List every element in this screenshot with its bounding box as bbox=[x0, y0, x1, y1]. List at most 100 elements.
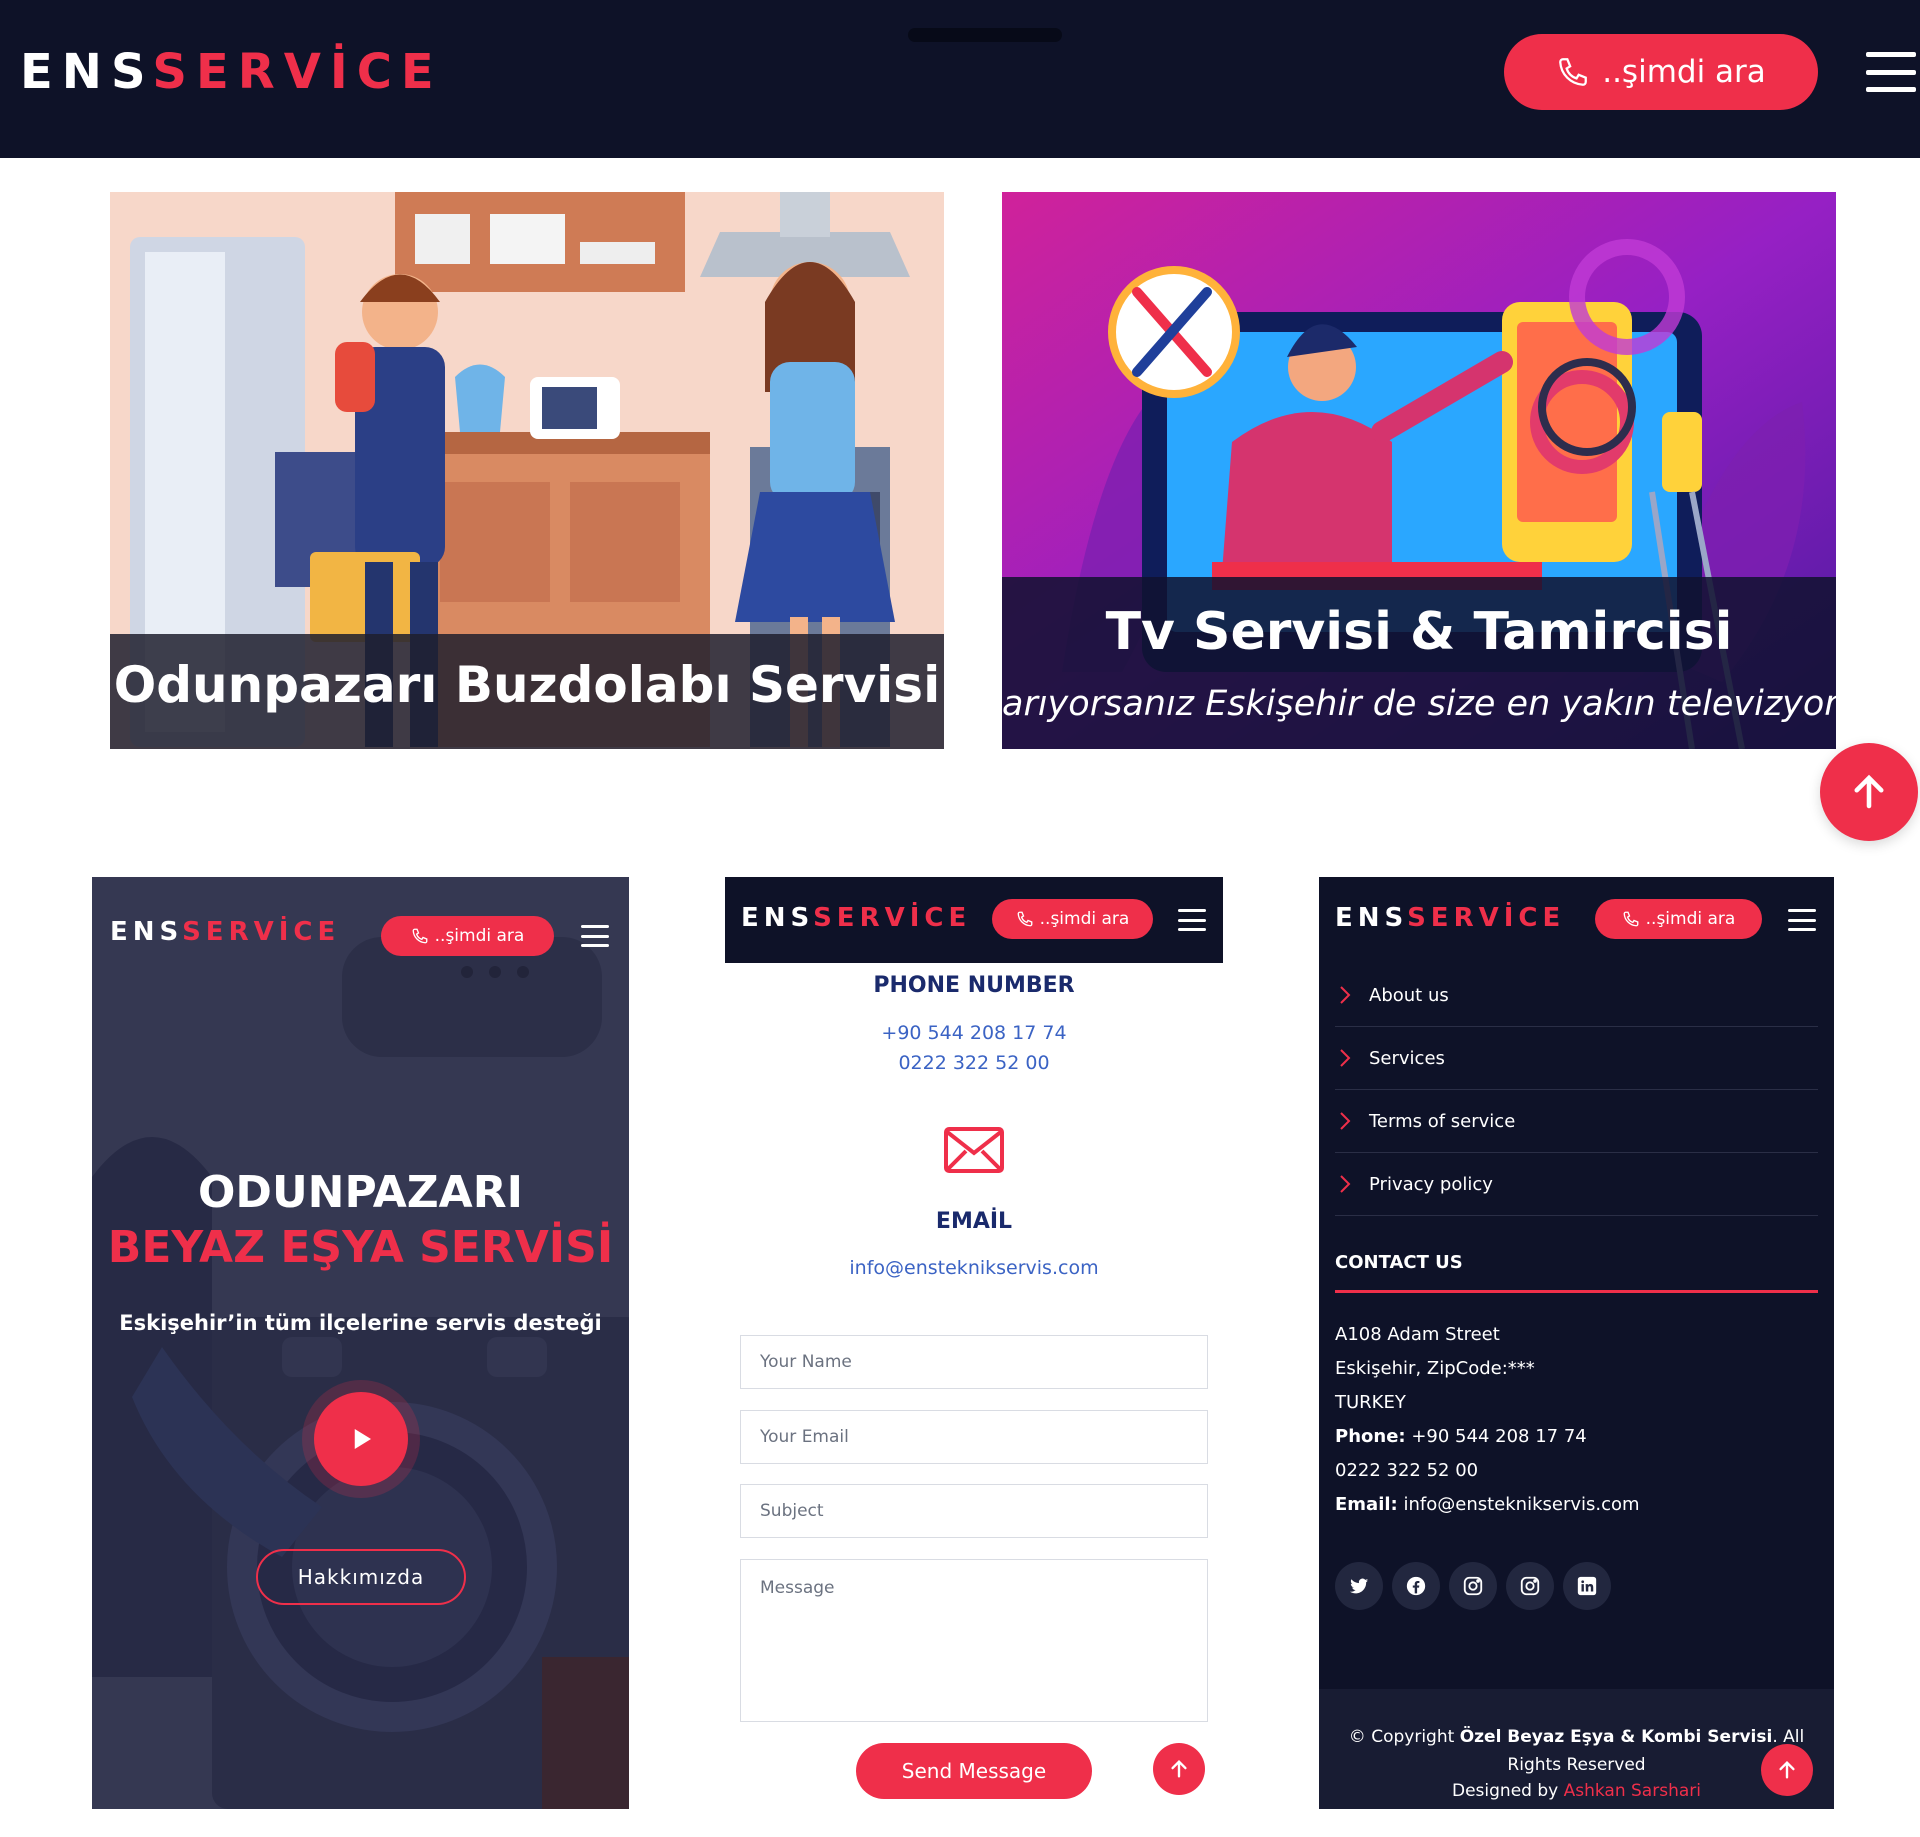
play-icon bbox=[354, 1429, 371, 1449]
about-button[interactable]: Hakkımızda bbox=[256, 1549, 466, 1605]
name-field[interactable]: Your Name bbox=[740, 1335, 1208, 1389]
service-card-fridge[interactable]: Odunpazarı Buzdolabı Servisi bbox=[110, 192, 944, 749]
menu-icon[interactable] bbox=[1178, 909, 1206, 931]
arrow-up-icon bbox=[1779, 1760, 1795, 1779]
heading-divider bbox=[1335, 1290, 1818, 1293]
phone-label: Phone: bbox=[1335, 1426, 1406, 1447]
brand-logo[interactable]: ENSSERVİCE bbox=[110, 917, 340, 947]
designer-link[interactable]: Ashkan Sarshari bbox=[1564, 1781, 1701, 1801]
hero-subtitle: Eskişehir’in tüm ilçelerine servis deste… bbox=[119, 1311, 602, 1335]
envelope-icon bbox=[944, 1127, 1004, 1173]
arrow-up-icon bbox=[1854, 774, 1884, 809]
footer-link-label: Services bbox=[1369, 1047, 1445, 1069]
twitter-button[interactable] bbox=[1335, 1562, 1383, 1610]
brand-logo[interactable]: ENSSERVİCE bbox=[20, 44, 443, 100]
email-value[interactable]: info@ensteknikservis.com bbox=[1403, 1494, 1639, 1515]
facebook-icon bbox=[1406, 1576, 1426, 1596]
device-notch bbox=[908, 28, 1062, 42]
mobile-contact-screen: ENSSERVİCE ..şimdi ara PHONE NUMBER +90 … bbox=[725, 877, 1223, 1809]
footer-link-privacy[interactable]: Privacy policy bbox=[1335, 1153, 1818, 1216]
call-now-label: ..şimdi ara bbox=[1645, 909, 1736, 929]
designed-by-label: Designed by bbox=[1452, 1781, 1559, 1801]
chevron-right-icon bbox=[1340, 1112, 1351, 1130]
washing-machine-illustration bbox=[92, 877, 629, 1809]
instagram-button[interactable] bbox=[1449, 1562, 1497, 1610]
chevron-right-icon bbox=[1340, 1049, 1351, 1067]
linkedin-button[interactable] bbox=[1563, 1562, 1611, 1610]
call-now-label: ..şimdi ara bbox=[434, 926, 525, 946]
top-header: ENSSERVİCE ..şimdi ara bbox=[0, 0, 1920, 158]
copyright-line-2: Rights Reserved bbox=[1507, 1755, 1646, 1775]
brand-logo-part1: ENS bbox=[110, 917, 183, 947]
email-field[interactable]: Your Email bbox=[740, 1410, 1208, 1464]
footer-email: Email: info@ensteknikservis.com bbox=[1335, 1494, 1640, 1515]
play-video-button[interactable] bbox=[314, 1392, 408, 1486]
menu-icon[interactable] bbox=[1866, 52, 1916, 92]
card-title: Tv Servisi & Tamircisi bbox=[1105, 602, 1733, 662]
phone-icon bbox=[1017, 911, 1033, 927]
copyright-line-1: © Copyright Özel Beyaz Eşya & Kombi Serv… bbox=[1319, 1727, 1834, 1747]
scroll-top-button[interactable] bbox=[1153, 1743, 1205, 1795]
phone-value[interactable]: +90 544 208 17 74 bbox=[1411, 1426, 1586, 1447]
brand-logo[interactable]: ENSSERVİCE bbox=[1335, 903, 1565, 933]
menu-icon[interactable] bbox=[1788, 909, 1816, 931]
phone-number-1[interactable]: +90 544 208 17 74 bbox=[725, 1022, 1223, 1044]
copyright-bar: © Copyright Özel Beyaz Eşya & Kombi Serv… bbox=[1319, 1689, 1834, 1809]
instagram-button-2[interactable] bbox=[1506, 1562, 1554, 1610]
call-now-label: ..şimdi ara bbox=[1039, 909, 1130, 929]
email-link[interactable]: info@ensteknikservis.com bbox=[725, 1257, 1223, 1279]
chevron-right-icon bbox=[1340, 1175, 1351, 1193]
brand-logo-part2: SERVİCE bbox=[813, 903, 972, 933]
footer-phone-2[interactable]: 0222 322 52 00 bbox=[1335, 1460, 1478, 1481]
address-line-1: A108 Adam Street bbox=[1335, 1324, 1500, 1345]
brand-logo-part2: SERVİCE bbox=[182, 917, 341, 947]
call-now-button[interactable]: ..şimdi ara bbox=[1504, 34, 1818, 110]
footer-link-about[interactable]: About us bbox=[1335, 964, 1818, 1027]
brand-logo[interactable]: ENSSERVİCE bbox=[741, 903, 971, 933]
phone-icon bbox=[1623, 911, 1639, 927]
scroll-top-button[interactable] bbox=[1761, 1744, 1813, 1796]
footer-phone: Phone: +90 544 208 17 74 bbox=[1335, 1426, 1587, 1447]
instagram-icon bbox=[1463, 1576, 1483, 1596]
arrow-up-icon bbox=[1171, 1759, 1187, 1778]
footer-link-services[interactable]: Services bbox=[1335, 1027, 1818, 1090]
mobile-hero-screen: ENSSERVİCE ..şimdi ara ODUNPAZARI BEYAZ … bbox=[92, 877, 629, 1809]
service-card-tv[interactable]: Tv Servisi & Tamircisi arıyorsanız Eskiş… bbox=[1002, 192, 1836, 749]
mobile-header: ENSSERVİCE ..şimdi ara bbox=[725, 877, 1223, 963]
brand-logo-part1: ENS bbox=[741, 903, 814, 933]
footer-link-terms[interactable]: Terms of service bbox=[1335, 1090, 1818, 1153]
copyright-prefix: © Copyright bbox=[1348, 1727, 1455, 1747]
card-title: Odunpazarı Buzdolabı Servisi bbox=[113, 656, 941, 714]
facebook-button[interactable] bbox=[1392, 1562, 1440, 1610]
menu-icon[interactable] bbox=[581, 925, 609, 947]
brand-logo-part2: SERVİCE bbox=[1407, 903, 1566, 933]
twitter-icon bbox=[1349, 1578, 1369, 1594]
address-line-3: TURKEY bbox=[1335, 1392, 1406, 1413]
hero-title-line2: BEYAZ EŞYA SERVİSİ bbox=[107, 1222, 614, 1273]
phone-icon bbox=[1559, 58, 1588, 86]
message-field[interactable]: Message bbox=[740, 1559, 1208, 1722]
address-line-2: Eskişehir, ZipCode:*** bbox=[1335, 1358, 1535, 1379]
footer-link-label: About us bbox=[1369, 984, 1449, 1006]
copyright-company: Özel Beyaz Eşya & Kombi Servisi bbox=[1459, 1727, 1773, 1747]
call-now-label: ..şimdi ara bbox=[1602, 54, 1766, 90]
card-subtitle: arıyorsanız Eskişehir de size en yakın t… bbox=[1002, 684, 1836, 724]
brand-logo-part2: SERVİCE bbox=[152, 44, 443, 100]
send-message-button[interactable]: Send Message bbox=[856, 1743, 1092, 1799]
instagram-icon bbox=[1520, 1576, 1540, 1596]
footer-link-label: Terms of service bbox=[1369, 1110, 1516, 1132]
phone-heading: PHONE NUMBER bbox=[873, 973, 1075, 998]
hero-title-line1: ODUNPAZARI bbox=[198, 1167, 523, 1218]
linkedin-icon bbox=[1577, 1576, 1597, 1596]
brand-logo-part1: ENS bbox=[1335, 903, 1408, 933]
footer-link-label: Privacy policy bbox=[1369, 1173, 1493, 1195]
brand-logo-part1: ENS bbox=[20, 44, 153, 100]
subject-field[interactable]: Subject bbox=[740, 1484, 1208, 1538]
mobile-footer-screen: ENSSERVİCE ..şimdi ara About us Services… bbox=[1319, 877, 1834, 1809]
phone-number-2[interactable]: 0222 322 52 00 bbox=[725, 1052, 1223, 1074]
scroll-top-button[interactable] bbox=[1820, 743, 1918, 841]
call-now-button[interactable]: ..şimdi ara bbox=[1595, 899, 1762, 939]
call-now-button[interactable]: ..şimdi ara bbox=[381, 916, 554, 956]
call-now-button[interactable]: ..şimdi ara bbox=[992, 899, 1153, 939]
designed-by: Designed by Ashkan Sarshari bbox=[1319, 1781, 1834, 1801]
